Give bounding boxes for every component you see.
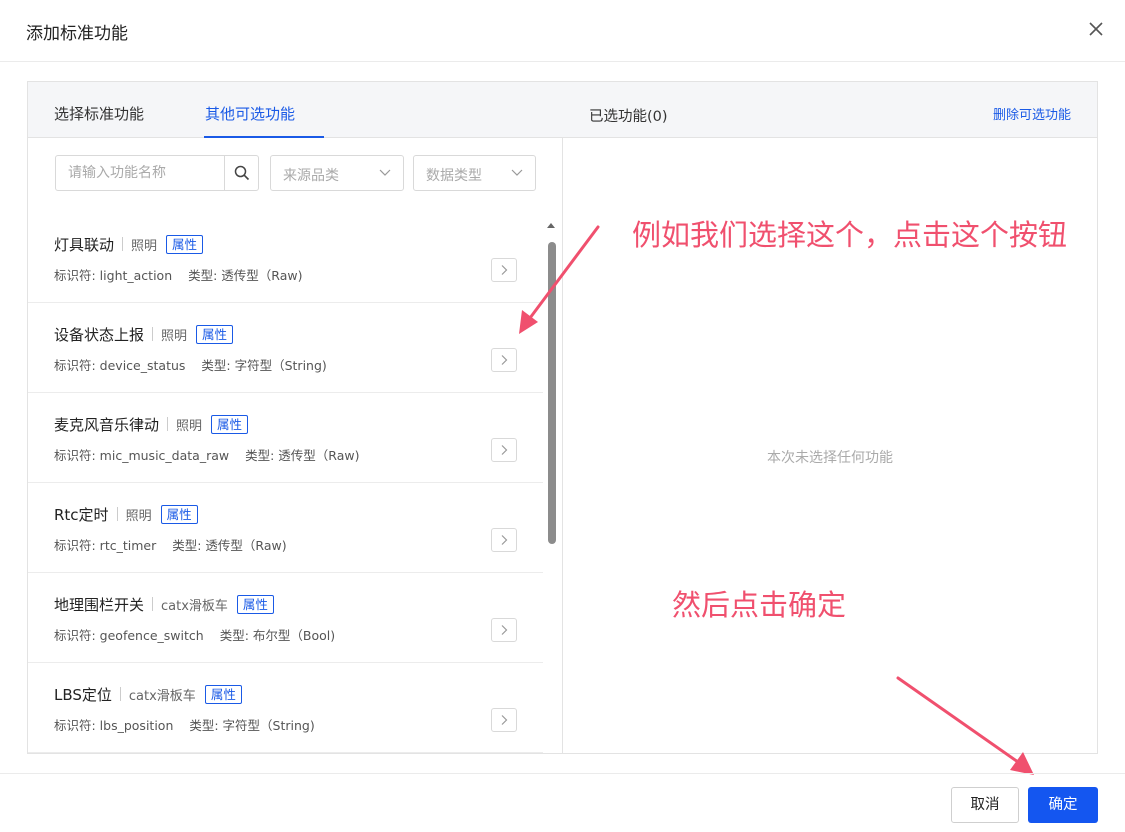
- function-name: 麦克风音乐律动: [54, 415, 160, 434]
- filter-row: 来源品类 数据类型: [55, 155, 536, 191]
- function-category: 照明: [161, 328, 188, 344]
- search-icon: [234, 165, 249, 181]
- annotation-text-confirm: 然后点击确定: [672, 588, 847, 622]
- divider: [152, 597, 154, 611]
- list-item: 麦克风音乐律动 照明 属性 标识符: mic_music_data_raw 类型:…: [28, 393, 543, 483]
- scroll-up-arrow-icon[interactable]: [546, 221, 556, 231]
- chevron-right-icon: [501, 355, 508, 365]
- chevron-down-icon: [379, 169, 391, 176]
- function-type: 类型: 透传型（Raw): [188, 268, 303, 283]
- selected-count-title: 已选功能(0): [589, 109, 668, 125]
- type-badge: 属性: [166, 234, 204, 254]
- function-category: 照明: [125, 508, 152, 524]
- dialog-title: 添加标准功能: [26, 24, 128, 44]
- active-tab-indicator: [204, 136, 324, 138]
- function-category: catx滑板车: [128, 688, 196, 704]
- function-type: 类型: 布尔型（Bool): [219, 628, 336, 643]
- divider: [167, 417, 169, 431]
- function-name: 灯具联动: [54, 235, 115, 254]
- divider: [116, 507, 118, 521]
- function-category: catx滑板车: [161, 598, 228, 614]
- chevron-right-icon: [501, 715, 508, 725]
- type-badge: 属性: [160, 504, 198, 524]
- type-badge: 属性: [196, 324, 234, 344]
- function-identifier: 标识符: geofence_switch: [54, 628, 204, 643]
- tab-other-functions[interactable]: 其他可选功能: [205, 103, 295, 124]
- divider: [152, 327, 154, 341]
- data-type-select[interactable]: 数据类型: [413, 155, 536, 191]
- function-type: 类型: 字符型（String): [201, 358, 327, 373]
- source-category-placeholder: 来源品类: [283, 168, 339, 184]
- function-name: 地理围栏开关: [54, 595, 145, 614]
- scrollbar-thumb[interactable]: [548, 242, 556, 544]
- empty-state-text: 本次未选择任何功能: [767, 450, 893, 466]
- chevron-down-icon: [511, 169, 523, 176]
- add-function-button[interactable]: [491, 618, 517, 642]
- selected-header: 已选功能(0) 删除可选功能: [563, 82, 1097, 138]
- cancel-button[interactable]: 取消: [951, 787, 1019, 823]
- type-badge: 属性: [204, 684, 242, 704]
- list-item: 地理围栏开关 catx滑板车 属性 标识符: geofence_switch 类型…: [28, 573, 543, 663]
- list-item: 设备状态上报 照明 属性 标识符: device_status 类型: 字符型（S…: [28, 303, 543, 393]
- function-name: 设备状态上报: [54, 325, 145, 344]
- divider: [122, 237, 124, 251]
- chevron-right-icon: [501, 265, 508, 275]
- function-identifier: 标识符: device_status: [54, 358, 186, 373]
- add-function-button[interactable]: [491, 708, 517, 732]
- function-identifier: 标识符: lbs_position: [54, 718, 174, 733]
- close-button[interactable]: [1083, 16, 1109, 42]
- add-function-button[interactable]: [491, 528, 517, 552]
- selected-functions-pane: 已选功能(0) 删除可选功能 本次未选择任何功能: [563, 82, 1097, 753]
- function-category: 照明: [176, 418, 203, 434]
- list-item: Rtc定时 照明 属性 标识符: rtc_timer 类型: 透传型（Raw): [28, 483, 543, 573]
- function-identifier: 标识符: mic_music_data_raw: [54, 448, 230, 463]
- confirm-button[interactable]: 确定: [1028, 787, 1098, 823]
- type-badge: 属性: [211, 414, 249, 434]
- function-type: 类型: 透传型（Raw): [245, 448, 360, 463]
- annotation-text-select: 例如我们选择这个，点击这个按钮: [632, 218, 1068, 252]
- function-category: 照明: [131, 238, 158, 254]
- function-list: 灯具联动 照明 属性 标识符: light_action 类型: 透传型（Raw)…: [28, 213, 543, 753]
- function-identifier: 标识符: light_action: [54, 268, 173, 283]
- add-function-button[interactable]: [491, 438, 517, 462]
- chevron-right-icon: [501, 445, 508, 455]
- delete-optional-link[interactable]: 删除可选功能: [993, 104, 1071, 123]
- function-type: 类型: 字符型（String): [189, 718, 315, 733]
- function-identifier: 标识符: rtc_timer: [54, 538, 157, 553]
- dialog-footer: 取消 确定: [0, 773, 1125, 832]
- add-function-button[interactable]: [491, 258, 517, 282]
- list-item: 灯具联动 照明 属性 标识符: light_action 类型: 透传型（Raw): [28, 213, 543, 303]
- divider: [119, 687, 121, 701]
- chevron-right-icon: [501, 535, 508, 545]
- function-name: LBS定位: [54, 685, 112, 704]
- tab-standard-functions[interactable]: 选择标准功能: [54, 103, 144, 124]
- chevron-right-icon: [501, 625, 508, 635]
- tabs-bar: 选择标准功能 其他可选功能: [28, 82, 563, 138]
- search-box: [55, 155, 259, 191]
- search-button[interactable]: [224, 156, 258, 190]
- close-icon: [1089, 22, 1103, 36]
- dialog-header: 添加标准功能: [0, 0, 1125, 62]
- source-category-select[interactable]: 来源品类: [270, 155, 404, 191]
- type-badge: 属性: [236, 594, 274, 614]
- data-type-placeholder: 数据类型: [426, 168, 482, 184]
- selection-panel: 选择标准功能 其他可选功能 来源品类 数据: [27, 81, 1098, 754]
- list-item: LBS定位 catx滑板车 属性 标识符: lbs_position 类型: 字符…: [28, 663, 543, 753]
- search-input[interactable]: [56, 156, 224, 190]
- function-name: Rtc定时: [54, 505, 109, 524]
- function-type: 类型: 透传型（Raw): [172, 538, 287, 553]
- available-functions-pane: 选择标准功能 其他可选功能 来源品类 数据: [28, 82, 563, 753]
- add-function-button[interactable]: [491, 348, 517, 372]
- list-scrollbar[interactable]: [546, 221, 556, 753]
